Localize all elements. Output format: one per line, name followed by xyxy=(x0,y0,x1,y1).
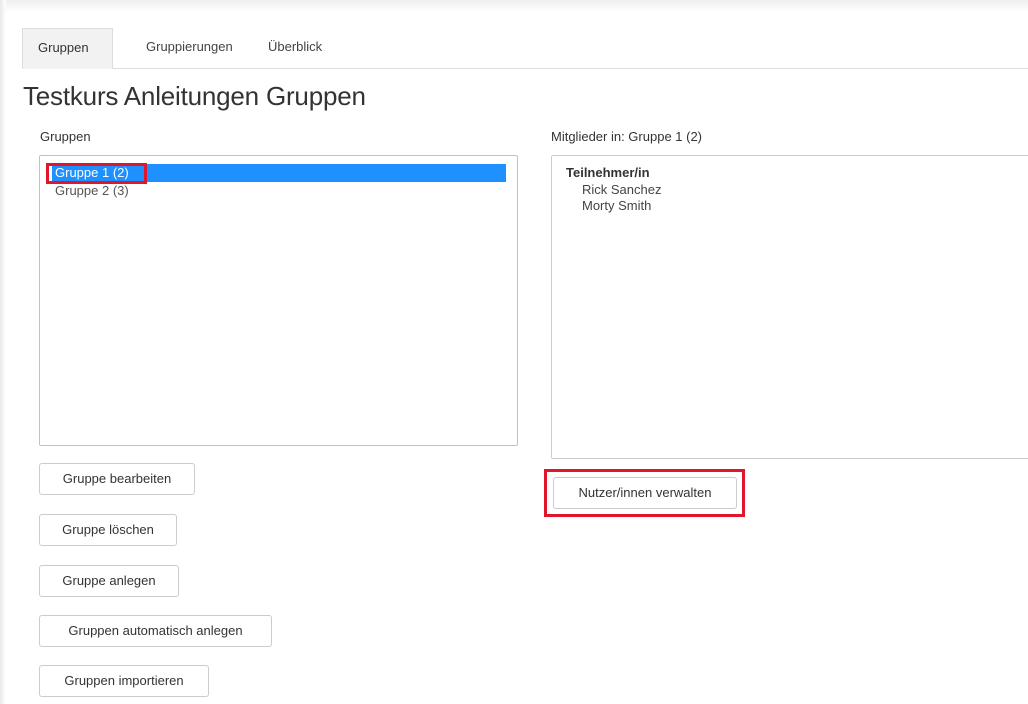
edit-group-button[interactable]: Gruppe bearbeiten xyxy=(39,463,195,495)
group-option-1[interactable]: Gruppe 1 (2) xyxy=(52,164,506,182)
tab-gruppen[interactable]: Gruppen xyxy=(22,28,113,69)
left-shadow xyxy=(0,0,6,704)
page-title: Testkurs Anleitungen Gruppen xyxy=(23,81,366,111)
members-role-heading: Teilnehmer/in xyxy=(566,165,650,180)
tab-gruppierungen[interactable]: Gruppierungen xyxy=(131,28,248,67)
page: Gruppen Gruppierungen Überblick Testkurs… xyxy=(0,0,1028,704)
manage-users-button[interactable]: Nutzer/innen verwalten xyxy=(553,477,737,509)
groups-select[interactable]: Gruppe 1 (2) Gruppe 2 (3) xyxy=(39,155,518,446)
group-option-2[interactable]: Gruppe 2 (3) xyxy=(52,182,506,200)
auto-create-groups-button[interactable]: Gruppen automatisch anlegen xyxy=(39,615,272,647)
members-label: Mitglieder in: Gruppe 1 (2) xyxy=(551,129,703,144)
delete-group-button[interactable]: Gruppe löschen xyxy=(39,514,177,546)
member-item: Rick Sanchez xyxy=(582,182,662,197)
import-groups-button[interactable]: Gruppen importieren xyxy=(39,665,209,697)
groups-label: Gruppen xyxy=(40,129,91,144)
tab-bar: Gruppen Gruppierungen Überblick xyxy=(22,28,1028,69)
members-list: Teilnehmer/in Rick Sanchez Morty Smith xyxy=(551,155,1028,459)
create-group-button[interactable]: Gruppe anlegen xyxy=(39,565,179,597)
member-item: Morty Smith xyxy=(582,198,652,213)
tab-ueberblick[interactable]: Überblick xyxy=(253,28,337,67)
top-shadow xyxy=(0,0,1028,12)
